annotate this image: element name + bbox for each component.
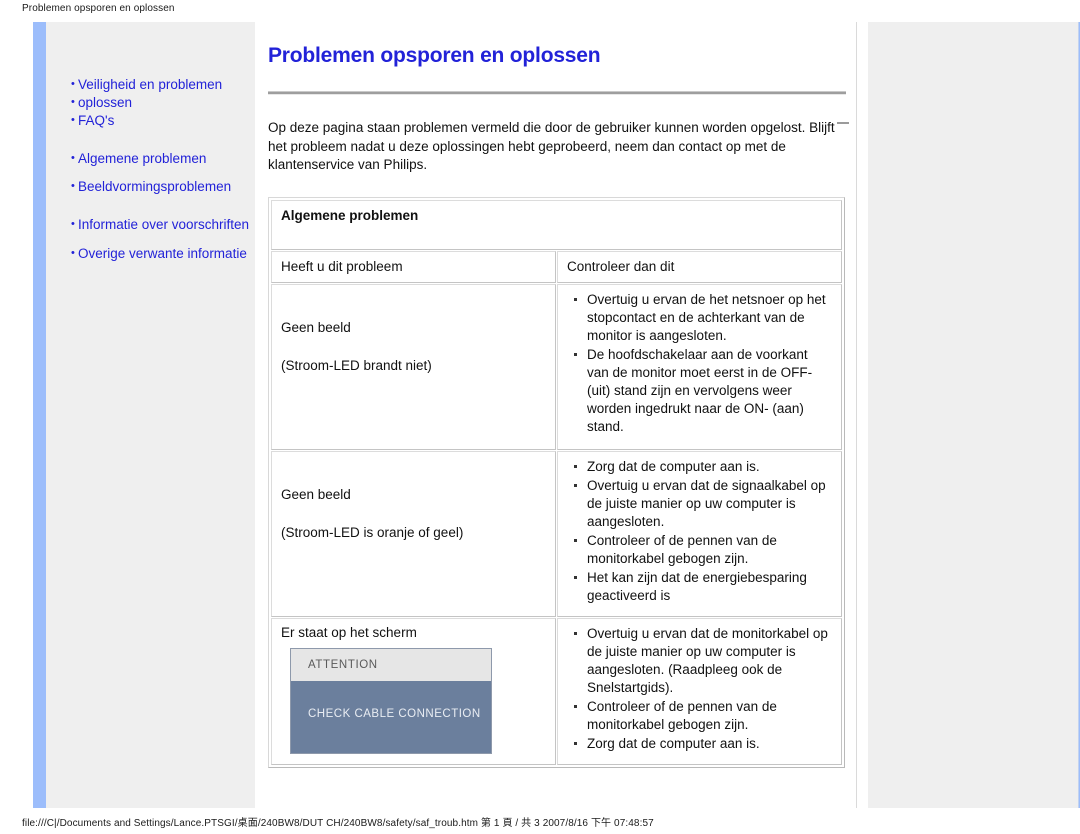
sidebar-nav-list: Veiligheid en problemen oplossen FAQ's A… <box>71 75 261 263</box>
page-title: Problemen opsporen en oplossen <box>268 44 601 67</box>
checks-cell-3: Overtuig u ervan dat de monitorkabel op … <box>557 617 842 765</box>
sidebar-divider-1 <box>71 130 261 150</box>
sidebar-divider-2 <box>71 196 261 216</box>
gutter-tick-mark <box>837 122 849 124</box>
table-row: Er staat op het scherm ATTENTION CHECK C… <box>271 617 842 765</box>
list-item: Controleer of de pennen van de monitorka… <box>574 532 833 569</box>
general-problems-table-wrapper: Algemene problemen Heeft u dit probleem … <box>268 196 845 768</box>
print-header-title: Problemen opsporen en oplossen <box>22 3 175 14</box>
intro-paragraph: Op deze pagina staan problemen vermeld d… <box>268 120 835 172</box>
print-footer-path: file:///C|/Documents and Settings/Lance.… <box>22 818 654 829</box>
problem-line-2b: (Stroom-LED is oranje of geel) <box>281 524 464 540</box>
sidebar-item-informatie-over-voorschriften[interactable]: Informatie over voorschriften <box>71 215 261 234</box>
right-panel <box>868 22 1080 808</box>
problem-line-1a: Geen beeld <box>281 319 351 335</box>
table-header-row: Heeft u dit probleem Controleer dan dit <box>271 250 842 283</box>
problem-line-3a: Er staat op het scherm <box>281 624 417 640</box>
checks-list-3: Overtuig u ervan dat de monitorkabel op … <box>567 625 833 754</box>
problem-cell-1: Geen beeld (Stroom-LED brandt niet) <box>271 283 556 450</box>
attention-title-label: ATTENTION <box>291 648 491 681</box>
sidebar-item-oplossen[interactable]: oplossen <box>71 93 261 112</box>
sidebar-item-overige-verwante-informatie[interactable]: Overige verwante informatie <box>71 244 261 263</box>
general-problems-table: Algemene problemen Heeft u dit probleem … <box>270 199 843 766</box>
checks-cell-2: Zorg dat de computer aan is. Overtuig u … <box>557 450 842 617</box>
sidebar: Veiligheid en problemen oplossen FAQ's A… <box>33 22 255 808</box>
attention-osd-image: ATTENTION CHECK CABLE CONNECTION <box>290 647 492 754</box>
problem-line-2a: Geen beeld <box>281 486 351 502</box>
checks-list-2: Zorg dat de computer aan is. Overtuig u … <box>567 458 833 606</box>
checks-list-1: Overtuig u ervan de het netsnoer op het … <box>567 291 833 437</box>
main-content: Problemen opsporen en oplossen Op deze p… <box>268 22 848 808</box>
list-item: Controleer of de pennen van de monitorka… <box>574 698 833 735</box>
sidebar-item-algemene-problemen[interactable]: Algemene problemen <box>71 149 261 168</box>
column-header-check: Controleer dan dit <box>557 250 842 283</box>
checks-cell-1: Overtuig u ervan de het netsnoer op het … <box>557 283 842 450</box>
list-item: Overtuig u ervan dat de monitorkabel op … <box>574 625 833 698</box>
list-item: Overtuig u ervan dat de signaalkabel op … <box>574 477 833 532</box>
problem-cell-2: Geen beeld (Stroom-LED is oranje of geel… <box>271 450 556 617</box>
problem-cell-3: Er staat op het scherm ATTENTION CHECK C… <box>271 617 556 765</box>
list-item: Het kan zijn dat de energiebesparing gea… <box>574 569 833 606</box>
sidebar-group-info: Informatie over voorschriften Overige ve… <box>71 215 261 263</box>
sidebar-group-safety: Veiligheid en problemen oplossen FAQ's <box>71 75 261 130</box>
document-page: Veiligheid en problemen oplossen FAQ's A… <box>0 18 1080 808</box>
list-item: Zorg dat de computer aan is. <box>574 458 833 477</box>
table-section-heading-row: Algemene problemen <box>271 199 842 250</box>
problem-line-1b: (Stroom-LED brandt niet) <box>281 357 432 373</box>
list-item: Overtuig u ervan de het netsnoer op het … <box>574 291 833 346</box>
column-header-problem: Heeft u dit probleem <box>271 250 556 283</box>
content-right-rule <box>856 22 857 808</box>
sidebar-item-beeldvormingsproblemen[interactable]: Beeldvormingsproblemen <box>71 177 261 196</box>
table-section-heading: Algemene problemen <box>271 199 842 250</box>
sidebar-group-problems: Algemene problemen Beeldvormingsprobleme… <box>71 149 261 196</box>
sidebar-item-veiligheid-en-problemen[interactable]: Veiligheid en problemen <box>71 75 261 94</box>
table-row: Geen beeld (Stroom-LED is oranje of geel… <box>271 450 842 617</box>
list-item: Zorg dat de computer aan is. <box>574 735 833 754</box>
list-item: De hoofdschakelaar aan de voorkant van d… <box>574 346 833 437</box>
sidebar-item-faqs[interactable]: FAQ's <box>71 111 261 130</box>
table-row: Geen beeld (Stroom-LED brandt niet) Over… <box>271 283 842 450</box>
title-divider <box>268 91 846 95</box>
attention-message-label: CHECK CABLE CONNECTION <box>291 680 491 753</box>
